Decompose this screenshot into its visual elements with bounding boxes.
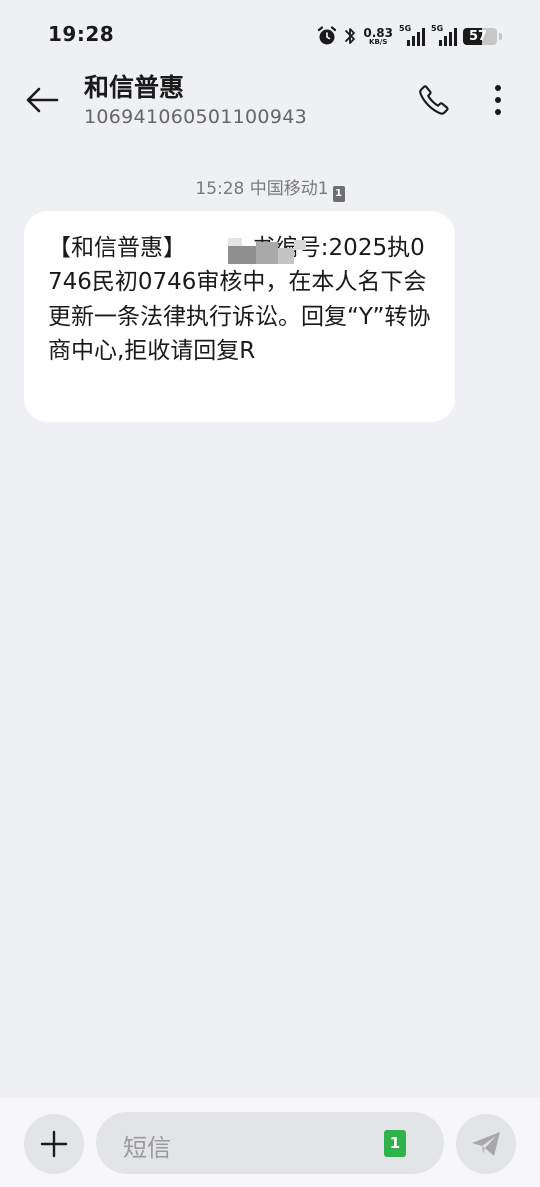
back-arrow-icon [26, 87, 59, 113]
sms-conversation-screen: 19:28 0.83 KB/S 5G 5G 57 和信普惠 1069410605… [0, 0, 540, 1187]
contact-name: 和信普惠 [84, 73, 185, 102]
send-icon [472, 1132, 500, 1156]
alarm-icon [317, 26, 337, 46]
sim-card-icon: 1 [332, 186, 345, 202]
received-message-bubble[interactable]: 【和信普惠】 书编号:2025执0746民初0746审核中，在本人名下会更新一条… [24, 211, 455, 422]
send-button[interactable] [456, 1114, 516, 1174]
more-vertical-icon [495, 85, 501, 115]
message-time: 15:28 [195, 179, 245, 199]
battery-level: 57 [468, 28, 488, 44]
bluetooth-icon [343, 26, 357, 46]
message-carrier: 中国移动1 [249, 179, 329, 199]
signal-icon: 5G [399, 25, 425, 47]
message-input-placeholder: 短信 [123, 1134, 171, 1162]
redaction-mosaic [228, 238, 312, 268]
conversation-header: 和信普惠 106941060501100943 [0, 62, 540, 142]
signal-icon: 5G [431, 25, 457, 47]
message-input[interactable]: 短信 1 [96, 1112, 444, 1174]
call-button[interactable] [414, 80, 454, 120]
battery-icon: 57 [463, 27, 497, 45]
network-speed-unit: KB/S [369, 37, 388, 46]
back-button[interactable] [22, 80, 62, 120]
plus-icon [40, 1130, 68, 1158]
status-icons: 0.83 KB/S 5G 5G 57 [317, 24, 502, 48]
sim-select-button[interactable]: 1 [384, 1130, 406, 1157]
message-composer: 短信 1 [0, 1098, 540, 1187]
network-speed-value: 0.83 [363, 25, 393, 40]
contact-number: 106941060501100943 [84, 106, 307, 128]
add-attachment-button[interactable] [24, 1114, 84, 1174]
more-options-button[interactable] [478, 80, 518, 120]
network-speed: 0.83 KB/S [363, 27, 393, 46]
message-timestamp: 15:28 中国移动1 1 [0, 174, 540, 202]
status-time: 19:28 [48, 22, 115, 46]
phone-icon [419, 85, 449, 115]
